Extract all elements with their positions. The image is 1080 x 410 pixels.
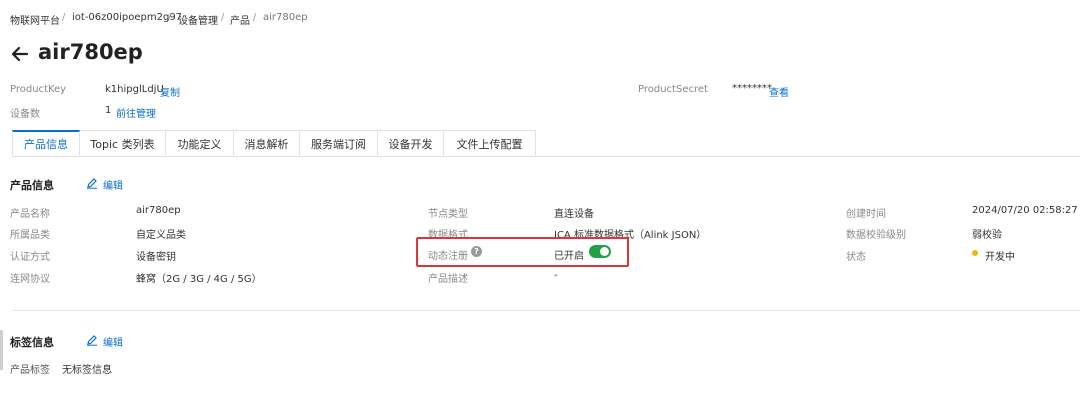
product-name-value: air780ep [136, 205, 181, 216]
breadcrumb-separator: / [253, 12, 257, 23]
pencil-icon[interactable] [86, 334, 98, 346]
tab-product-info[interactable]: 产品信息 [12, 130, 80, 157]
edit-product-info-button[interactable]: 编辑 [103, 177, 123, 192]
status-value: 开发中 [985, 252, 1015, 263]
breadcrumb-separator: / [221, 12, 225, 23]
status-label: 状态 [846, 252, 866, 263]
breadcrumb-item-product[interactable]: 产品 [230, 12, 250, 27]
tab-device-development[interactable]: 设备开发 [378, 130, 444, 157]
dynamic-registration-toggle[interactable] [589, 245, 611, 258]
scroll-edge [0, 330, 3, 370]
arrow-left-icon[interactable] [10, 44, 30, 64]
product-description-value: - [554, 270, 558, 281]
tab-file-upload-config[interactable]: 文件上传配置 [444, 130, 536, 157]
product-tag-label: 产品标签 [10, 365, 50, 376]
created-time-label: 创建时间 [846, 209, 886, 220]
auth-method-label: 认证方式 [10, 252, 50, 263]
tab-topic-list[interactable]: Topic 类列表 [80, 130, 166, 157]
product-tag-value: 无标签信息 [62, 365, 112, 376]
question-circle-icon[interactable]: ? [471, 246, 482, 257]
section-title-product-info: 产品信息 [10, 179, 54, 192]
edit-tag-info-button[interactable]: 编辑 [103, 334, 123, 349]
category-value: 自定义品类 [136, 230, 186, 241]
breadcrumb-item-instance[interactable]: iot-06z00ipoepm2g97 [72, 12, 182, 23]
node-type-value: 直连设备 [554, 209, 594, 220]
category-label: 所属品类 [10, 230, 50, 241]
dynamic-registration-value: 已开启 [554, 251, 584, 262]
network-protocol-value: 蜂窝（2G / 3G / 4G / 5G） [136, 274, 262, 285]
validation-level-value: 弱校验 [972, 230, 1002, 241]
created-time-value: 2024/07/20 02:58:27 [972, 205, 1078, 216]
breadcrumb-separator: / [62, 12, 66, 23]
tab-function-definition[interactable]: 功能定义 [166, 130, 234, 157]
status-dot [972, 250, 978, 256]
product-description-label: 产品描述 [428, 274, 468, 285]
breadcrumb-item-platform[interactable]: 物联网平台 [10, 12, 60, 27]
pencil-icon[interactable] [86, 177, 98, 189]
device-count-value: 1 [105, 105, 112, 116]
device-count-label: 设备数 [10, 109, 40, 120]
view-product-secret-link[interactable]: 查看 [769, 84, 789, 99]
toggle-knob [600, 247, 609, 256]
product-secret-value: ******** [732, 83, 772, 94]
product-key-label: ProductKey [10, 84, 67, 95]
product-name-label: 产品名称 [10, 209, 50, 220]
breadcrumb-separator: / [168, 12, 172, 23]
go-manage-link[interactable]: 前往管理 [116, 105, 156, 120]
tab-bar: 产品信息 Topic 类列表 功能定义 消息解析 服务端订阅 设备开发 文件上传… [12, 130, 536, 157]
copy-product-key-link[interactable]: 复制 [160, 84, 180, 99]
tab-message-parsing[interactable]: 消息解析 [234, 130, 300, 157]
breadcrumb-item-current: air780ep [263, 12, 308, 23]
product-secret-label: ProductSecret [638, 84, 708, 95]
node-type-label: 节点类型 [428, 209, 468, 220]
tab-server-subscription[interactable]: 服务端订阅 [300, 130, 378, 157]
validation-level-label: 数据校验级别 [846, 230, 906, 241]
dynamic-registration-label: 动态注册 [428, 251, 468, 262]
network-protocol-label: 连网协议 [10, 274, 50, 285]
tab-underline [12, 156, 1080, 157]
auth-method-value: 设备密钥 [136, 252, 176, 263]
product-key-value: k1hipglLdjU [105, 84, 164, 95]
page-title: air780ep [38, 40, 143, 64]
section-title-tag-info: 标签信息 [10, 336, 54, 349]
breadcrumb-item-device-mgmt[interactable]: 设备管理 [178, 12, 218, 27]
section-divider [12, 310, 1080, 311]
